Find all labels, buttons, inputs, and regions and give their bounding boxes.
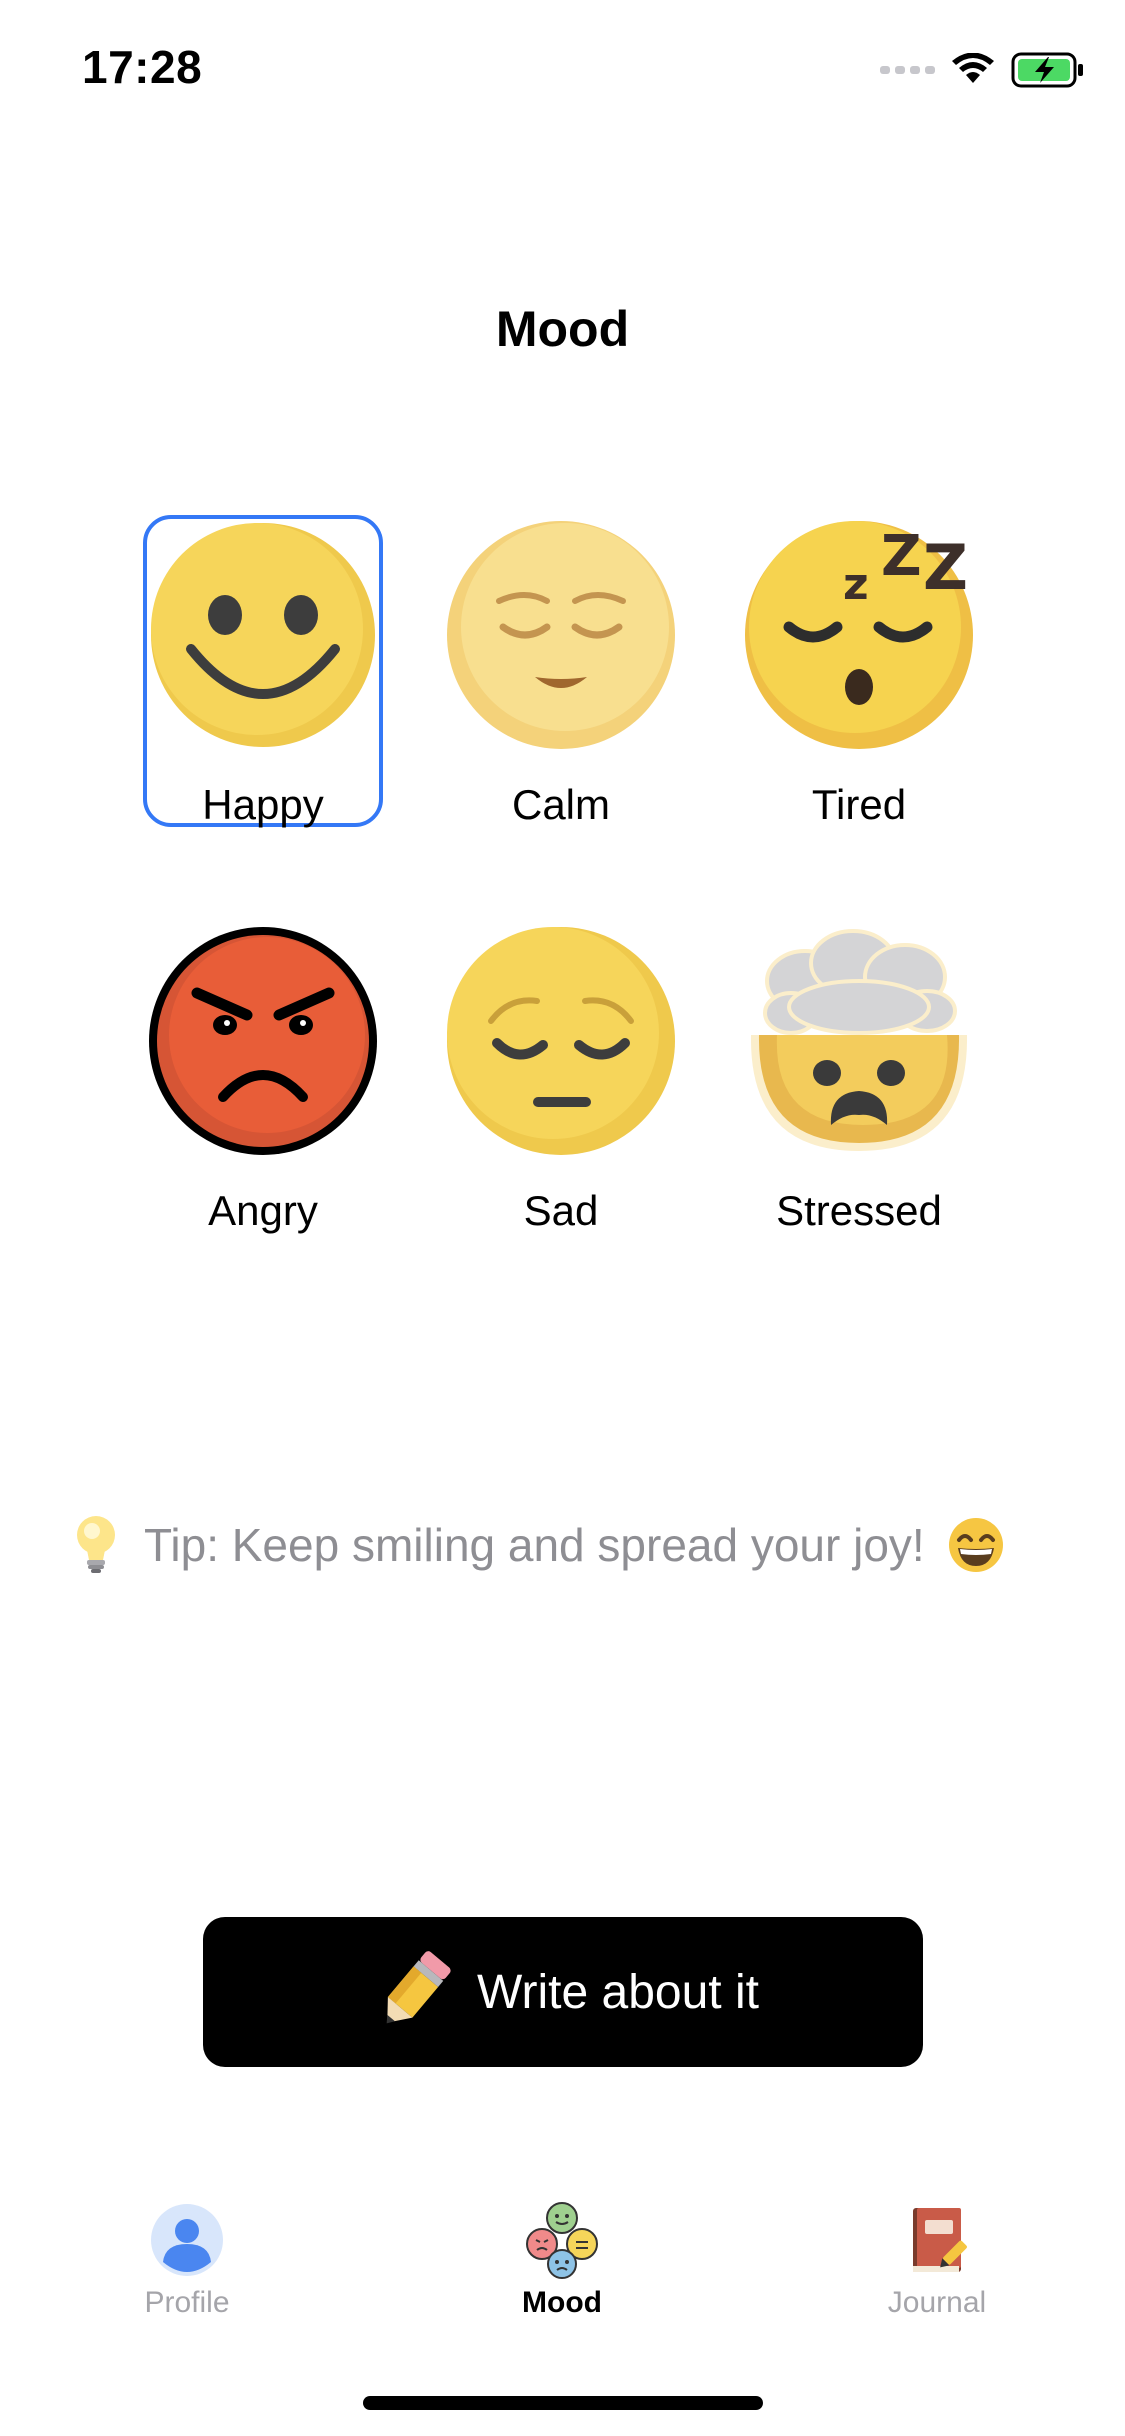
mood-screen: 17:28 Mood Happy Calm z Z Z Tired Angry … bbox=[0, 0, 1125, 2436]
mood-option-calm[interactable]: Calm bbox=[441, 515, 681, 828]
svg-text:Z: Z bbox=[881, 524, 922, 589]
pencil-icon bbox=[386, 1951, 451, 2024]
mood-option-sad[interactable]: Sad bbox=[441, 921, 681, 1234]
cellular-signal-icon bbox=[880, 66, 935, 74]
mood-label: Tired bbox=[811, 781, 907, 828]
mood-label: Calm bbox=[511, 781, 610, 828]
mood-option-stressed[interactable]: Stressed bbox=[739, 921, 979, 1234]
journal-icon bbox=[913, 2208, 967, 2272]
write-button-label: Write about it bbox=[477, 1965, 759, 2019]
tab-mood[interactable]: Mood bbox=[432, 2200, 692, 2340]
status-bar: 17:28 bbox=[0, 0, 1125, 132]
sleeping-face-icon: z Z Z bbox=[745, 521, 973, 749]
tab-bar: Profile Mood Journal bbox=[0, 2180, 1125, 2350]
mood-icon bbox=[526, 2202, 598, 2279]
wifi-icon bbox=[952, 53, 994, 83]
svg-text:Z: Z bbox=[923, 531, 968, 604]
tab-profile[interactable]: Profile bbox=[57, 2200, 317, 2340]
svg-text:z: z bbox=[843, 559, 869, 610]
mood-label: Happy bbox=[202, 781, 324, 828]
tab-journal[interactable]: Journal bbox=[807, 2200, 1067, 2340]
write-about-it-button[interactable]: Write about it bbox=[203, 1917, 923, 2067]
mood-option-happy[interactable]: Happy bbox=[143, 515, 383, 828]
status-icons bbox=[880, 50, 1085, 90]
tab-label: Profile bbox=[144, 2286, 230, 2319]
tab-label: Journal bbox=[887, 2286, 987, 2319]
lightbulb-icon bbox=[77, 1516, 115, 1573]
mood-label: Stressed bbox=[776, 1187, 942, 1234]
status-time: 17:28 bbox=[82, 41, 203, 93]
tab-label: Mood bbox=[522, 2286, 602, 2319]
page-title: Mood bbox=[495, 301, 630, 357]
exploding-head-icon bbox=[750, 929, 968, 1151]
grinning-face-icon bbox=[948, 1518, 1003, 1572]
tip-banner: Tip: Keep smiling and spread your joy! bbox=[74, 1510, 1074, 1580]
happy-face-icon bbox=[151, 523, 375, 747]
home-indicator[interactable] bbox=[363, 2396, 763, 2410]
calm-face-icon bbox=[447, 521, 675, 749]
mood-label: Sad bbox=[523, 1187, 599, 1234]
mood-label: Angry bbox=[208, 1187, 318, 1234]
mood-option-angry[interactable]: Angry bbox=[143, 921, 383, 1234]
pensive-face-icon bbox=[447, 927, 675, 1155]
profile-icon bbox=[151, 2204, 223, 2276]
battery-charging-icon bbox=[1011, 52, 1083, 88]
tip-text: Tip: Keep smiling and spread your joy! bbox=[144, 1519, 925, 1571]
mood-option-tired[interactable]: z Z Z Tired bbox=[739, 515, 979, 828]
angry-face-icon bbox=[149, 927, 377, 1155]
